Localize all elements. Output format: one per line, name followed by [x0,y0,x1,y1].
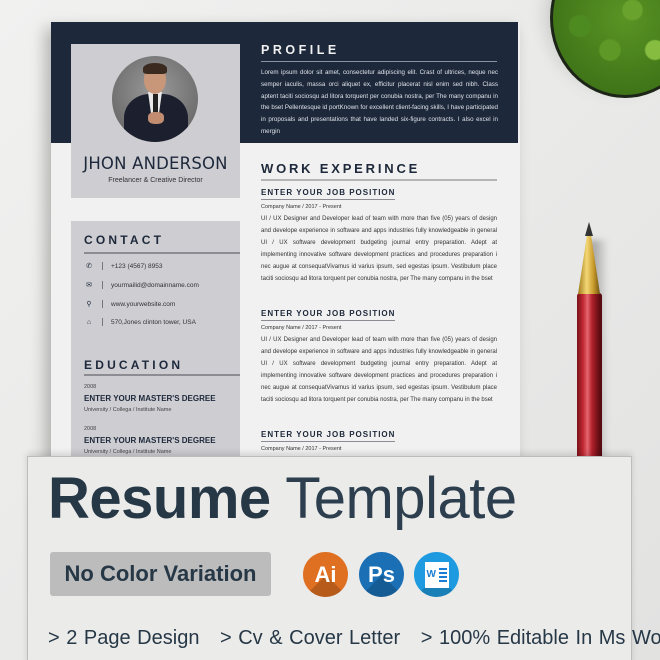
job-description: UI / UX Designer and Developer lead of t… [261,337,497,403]
separator [102,262,103,270]
word-label: W [426,569,436,580]
promo-title-light: Template [285,466,517,531]
contact-divider [84,252,240,254]
job-company: Company Name / 2017 - Present [261,446,342,452]
contact-item-address: ⌂ 570,Jones clinton tower, USA [84,316,196,328]
job-company: Company Name / 2017 - Present [261,325,342,331]
link-icon: ⚲ [86,301,92,308]
no-color-variation-badge: No Color Variation [50,552,271,596]
contact-address: 570,Jones clinton tower, USA [111,318,196,326]
education-degree: ENTER YOUR MASTER'S DEGREE [84,436,216,445]
promo-title-bold: Resume [48,466,271,531]
feature-item: > 100% Editable In Ms Word [420,627,660,649]
education-year: 2008 [84,384,97,390]
feature-item: > Cv & Cover Letter [220,627,401,649]
job-title: ENTER YOUR JOB POSITION [261,309,396,321]
mail-icon: ✉ [86,282,92,289]
job-company: Company Name / 2017 - Present [261,204,342,210]
profile-text: Lorem ipsum dolor sit amet, consectetur … [261,69,498,135]
separator [102,281,103,289]
contact-item-email: ✉ yourmailid@domainname.com [84,279,199,291]
word-document-glyph: W [424,561,449,588]
profile-photo [112,56,198,142]
job-description: UI / UX Designer and Developer lead of t… [261,216,497,282]
word-icon: W [414,552,459,597]
phone-icon: ✆ [86,263,92,270]
illustrator-icon: Ai [303,552,348,597]
promo-title: Resume Template [48,465,517,532]
illustrator-label: Ai [314,561,337,587]
feature-item: > 2 Page Design [48,627,200,649]
education-degree: ENTER YOUR MASTER'S DEGREE [84,394,216,403]
profile-card: JHON ANDERSON Freelancer & Creative Dire… [71,44,240,198]
contact-email: yourmailid@domainname.com [111,281,199,289]
person-role: Freelancer & Creative Director [108,177,203,184]
work-experience-divider [261,179,497,181]
education-year: 2008 [84,426,97,432]
education-heading: EDUCATION [84,358,184,372]
pen-image [577,293,602,463]
contact-item-phone: ✆ +123 (4567) 8953 [84,260,163,272]
contact-phone: +123 (4567) 8953 [111,262,163,270]
photoshop-label: Ps [368,561,395,587]
sidebar: CONTACT ✆ +123 (4567) 8953 ✉ yourmailid@… [71,221,240,462]
contact-heading: CONTACT [84,233,165,247]
education-school: University / Collega / Institute Name [84,449,172,455]
contact-item-website: ⚲ www.yourwebsite.com [84,298,175,310]
profile-heading: PROFILE [261,43,340,57]
resume-page-preview: JHON ANDERSON Freelancer & Creative Dire… [51,22,520,462]
job-title: ENTER YOUR JOB POSITION [261,430,396,442]
person-name: JHON ANDERSON [83,154,228,173]
home-icon: ⌂ [86,318,92,326]
work-experience-heading: WORK EXPERINCE [261,161,421,176]
separator [102,300,103,308]
education-school: University / Collega / Institute Name [84,407,172,413]
separator [102,318,103,326]
feature-list: > 2 Page Design > Cv & Cover Letter > 10… [48,627,660,650]
job-title: ENTER YOUR JOB POSITION [261,188,396,200]
education-divider [84,374,240,376]
contact-website: www.yourwebsite.com [111,300,176,308]
profile-divider [261,61,497,62]
photoshop-icon: Ps [359,552,404,597]
promo-card: Resume Template No Color Variation Ai Ps… [27,456,660,660]
